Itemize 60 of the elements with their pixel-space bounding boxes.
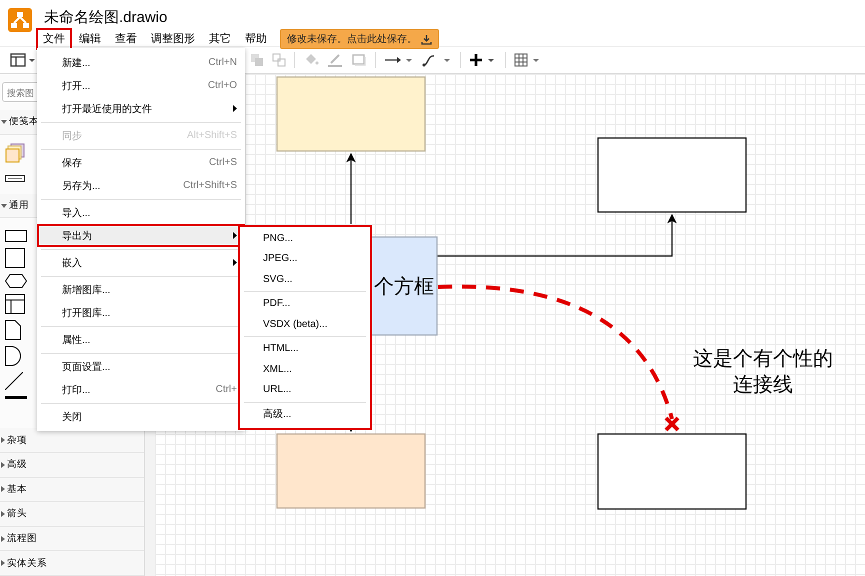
sidebar-section-header[interactable]: 实体关系	[0, 551, 144, 576]
menu-item[interactable]: 打开... Ctrl+O	[37, 74, 245, 97]
menu-bar-item[interactable]: 编辑	[72, 28, 108, 50]
menu-bar-item[interactable]: 调整图形	[144, 28, 202, 50]
submenu-arrow-icon	[233, 259, 237, 266]
menu-item[interactable]: 保存 Ctrl+S	[37, 151, 245, 174]
table-icon[interactable]	[514, 53, 542, 67]
menu-item[interactable]: PDF...	[240, 294, 370, 314]
shape-label: 个方框	[374, 274, 434, 300]
menu-item[interactable]: 另存为... Ctrl+Shift+S	[37, 174, 245, 197]
half-circle-shape-icon[interactable]	[5, 346, 21, 366]
menu-item[interactable]: 打开最近使用的文件	[37, 97, 245, 120]
window-title: 未命名绘图.drawio	[44, 9, 168, 27]
menu-item[interactable]: 高级...	[240, 404, 370, 424]
section-title: 箭头	[7, 507, 27, 520]
section-title: 高级	[7, 458, 27, 472]
rectangle-shape-icon[interactable]	[5, 230, 27, 242]
submenu-arrow-icon	[233, 232, 237, 239]
connector-label: 这是个有个性的	[693, 347, 833, 372]
connector-arrow	[346, 152, 356, 224]
document-shape-icon[interactable]	[5, 320, 21, 340]
section-title: 杂项	[7, 434, 27, 447]
menu-bar-item[interactable]: 其它	[202, 28, 238, 50]
menu-item[interactable]: URL...	[240, 380, 370, 400]
waypoint-curve-icon[interactable]	[422, 53, 452, 67]
line-color-icon[interactable]	[327, 53, 343, 67]
thick-line-icon[interactable]	[5, 396, 27, 400]
diagonal-line-icon[interactable]	[5, 372, 23, 390]
cross-end-marker	[664, 416, 680, 432]
connector-label: 连接线	[733, 373, 793, 398]
container-shape-icon[interactable]	[5, 294, 25, 314]
square-shape-icon[interactable]	[5, 248, 25, 268]
section-title: 流程图	[7, 532, 37, 546]
submenu-arrow-icon	[233, 105, 237, 112]
menu-item[interactable]: 导入...	[37, 201, 245, 224]
menu-item[interactable]: VSDX (beta)...	[240, 314, 370, 334]
menu-item[interactable]: 导出为	[37, 224, 245, 247]
hexagon-shape-icon[interactable]	[5, 274, 27, 288]
section-title: 通用	[9, 199, 29, 212]
layout-icon[interactable]	[10, 53, 36, 67]
menu-item[interactable]: JPEG...	[240, 248, 370, 269]
menu-item[interactable]: SVG...	[240, 269, 370, 290]
insert-plus-icon[interactable]	[469, 53, 497, 67]
menu-bar-item[interactable]: 查看	[108, 28, 144, 50]
example-label-icon[interactable]	[5, 174, 25, 182]
sidebar-section-header[interactable]: 箭头	[0, 502, 144, 527]
sidebar-section-header[interactable]: 杂项	[0, 428, 144, 453]
menu-item[interactable]: 新建... Ctrl+N	[37, 51, 245, 74]
stacked-shapes-icon[interactable]	[5, 142, 25, 163]
section-title: 实体关系	[7, 556, 47, 570]
menu-item[interactable]: HTML...	[240, 338, 370, 359]
download-icon	[421, 34, 432, 44]
save-notice-button[interactable]: 修改未保存。点击此处保存。	[280, 29, 439, 49]
app-logo-icon	[8, 8, 32, 32]
sidebar-section-header[interactable]: 基本	[0, 478, 144, 502]
section-title: 基本	[7, 482, 27, 496]
menu-item[interactable]: XML...	[240, 359, 370, 380]
menu-bar-item[interactable]: 帮助	[238, 28, 274, 50]
sidebar-section-header[interactable]: 流程图	[0, 526, 144, 552]
sidebar-section-header[interactable]: 高级	[0, 452, 144, 478]
